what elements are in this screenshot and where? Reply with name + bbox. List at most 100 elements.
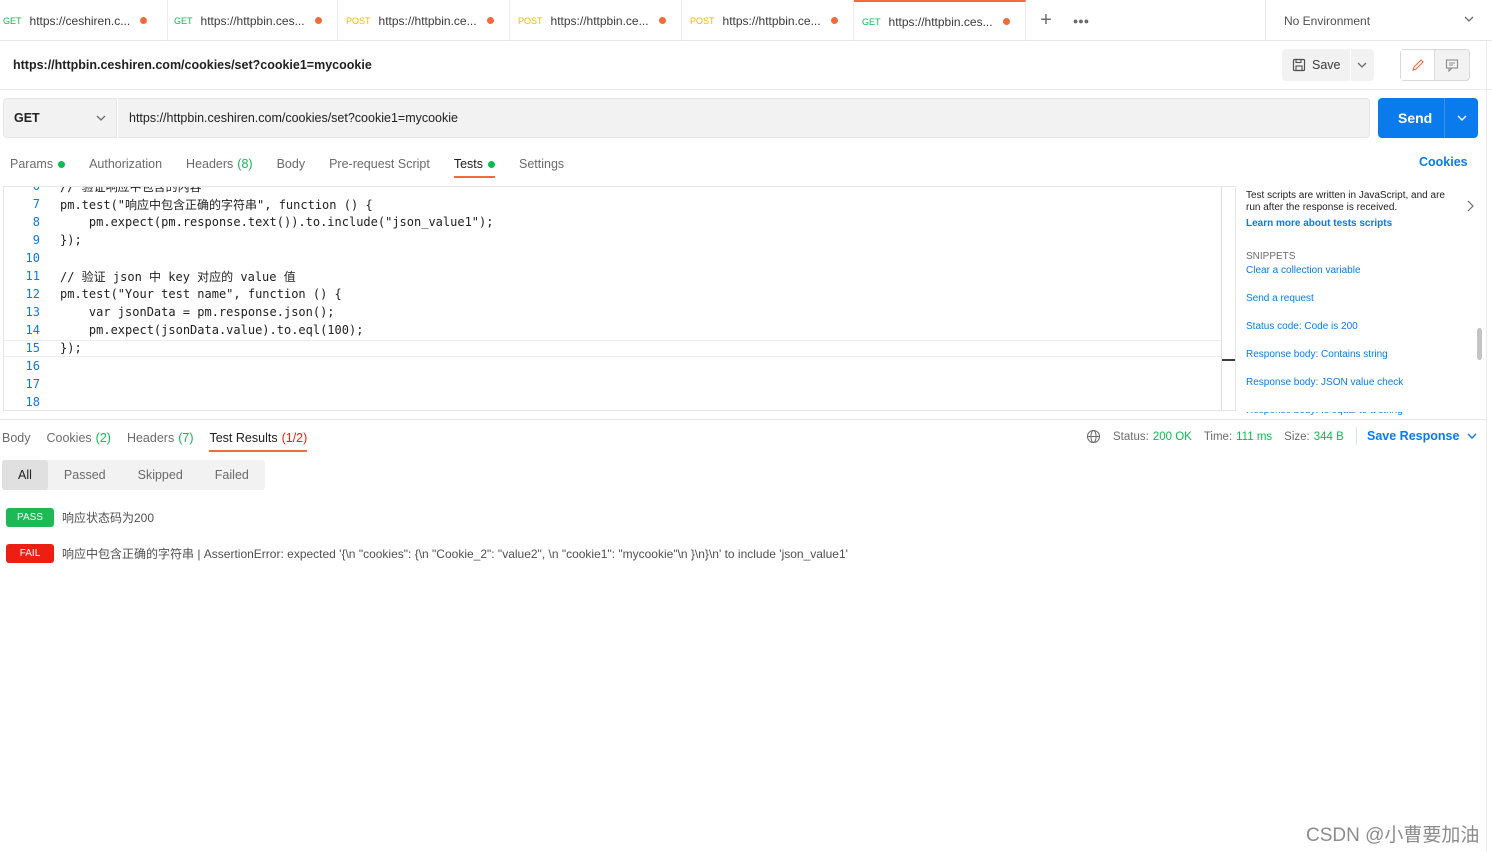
tab-body[interactable]: Body — [277, 150, 306, 178]
current-line-highlight — [4, 340, 1222, 357]
unsaved-dot-icon — [658, 17, 666, 24]
request-title[interactable]: https://httpbin.ceshiren.com/cookies/set… — [13, 58, 372, 72]
code-line: 7 pm.test("响应中包含正确的字符串", function () { — [4, 195, 373, 213]
request-tab[interactable]: POST https://httpbin.ce... — [338, 0, 510, 41]
watermark: CSDN @小曹要加油 — [1306, 825, 1480, 846]
size-value[interactable]: 344 B — [1314, 431, 1344, 443]
line-number: 8 — [32, 215, 40, 229]
tab-settings[interactable]: Settings — [519, 150, 564, 178]
code-text: pm.test("Your test name", function () { — [60, 287, 342, 301]
unsaved-dot-icon — [140, 17, 148, 24]
chevron-right-icon[interactable] — [1466, 200, 1474, 212]
tab-method: POST — [518, 15, 543, 26]
divider — [0, 419, 1486, 420]
snippet-link[interactable]: Response body: JSON value check — [1246, 377, 1403, 388]
chevron-down-icon[interactable] — [1356, 59, 1368, 71]
results-filter: All Passed Skipped Failed — [2, 460, 265, 490]
line-number: 16 — [25, 359, 40, 373]
tab-headers[interactable]: Headers (8) — [186, 150, 253, 178]
filter-passed[interactable]: Passed — [48, 460, 122, 490]
environment-selector[interactable]: No Environment — [1265, 0, 1492, 41]
tab-params[interactable]: Params — [10, 150, 66, 178]
resp-tab-body[interactable]: Body — [2, 424, 31, 452]
tab-method: GET — [3, 15, 22, 26]
request-tab[interactable]: POST https://httpbin.ce... — [510, 0, 682, 41]
method-select[interactable]: GET — [3, 98, 117, 138]
more-tabs-icon[interactable]: ●●● — [1066, 0, 1096, 41]
resp-tab-cookies[interactable]: Cookies (2) — [47, 424, 111, 452]
code-line: 15}); — [4, 339, 82, 357]
send-button-label: Send — [1398, 110, 1433, 126]
snippet-link[interactable]: Response body: Contains string — [1246, 349, 1388, 360]
divider — [1444, 98, 1445, 138]
edit-mode-button[interactable] — [1401, 50, 1435, 80]
test-result-text: 响应中包含正确的字符串 | AssertionError: expected '… — [62, 547, 848, 561]
code-line: 18 — [4, 393, 60, 410]
tab-label: Body — [276, 157, 306, 171]
chevron-down-icon — [96, 115, 106, 121]
unsaved-dot-icon — [1002, 18, 1010, 25]
snippet-link[interactable]: Send a request — [1246, 293, 1314, 304]
new-tab-plus-icon[interactable]: + — [1026, 0, 1066, 41]
learn-more-link[interactable]: Learn more about tests scripts — [1246, 218, 1476, 229]
editor-scrollbar[interactable] — [1221, 187, 1222, 410]
tab-pre-request-script[interactable]: Pre-request Script — [329, 150, 430, 178]
request-tab[interactable]: GET https://httpbin.ces... — [168, 0, 338, 41]
code-text: pm.test("响应中包含正确的字符串", function () { — [60, 197, 373, 212]
tab-label: Test Results — [209, 431, 278, 445]
save-response-label: Save Response — [1367, 429, 1460, 443]
filter-failed[interactable]: Failed — [199, 460, 265, 490]
tab-method: POST — [346, 15, 371, 26]
chevron-down-icon[interactable] — [1456, 112, 1468, 124]
tab-url: https://httpbin.ce... — [722, 13, 821, 28]
code-line: 12 pm.test("Your test name", function () … — [4, 285, 342, 303]
status-dot-icon — [58, 160, 66, 168]
status-value[interactable]: 200 OK — [1153, 431, 1192, 443]
tests-side-panel: Test scripts are written in JavaScript, … — [1246, 190, 1476, 422]
divider — [1486, 41, 1487, 852]
snippets-list: Clear a collection variable Send a reques… — [1246, 262, 1476, 422]
save-button[interactable]: Save — [1282, 49, 1374, 81]
resp-tab-headers[interactable]: Headers (7) — [127, 424, 194, 452]
tab-url: https://httpbin.ces... — [200, 13, 305, 28]
response-tabs: Body Cookies (2) Headers (7) Test Results(… — [2, 424, 323, 452]
tab-label: Settings — [519, 157, 565, 171]
save-icon — [1292, 58, 1306, 72]
resp-tab-test-results[interactable]: Test Results (1/2) — [209, 424, 307, 452]
comments-button[interactable] — [1435, 50, 1469, 80]
tab-authorization[interactable]: Authorization — [89, 150, 162, 178]
snippet-link[interactable]: Status code: Code is 200 — [1246, 321, 1358, 332]
tests-code-editor[interactable]: 6 // 验证响应中包含的内容 7 pm.test("响应中包含正确的字符串", fu… — [3, 186, 1236, 411]
tab-tests[interactable]: Tests — [453, 150, 496, 178]
send-button[interactable]: Send — [1378, 98, 1478, 138]
url-input[interactable]: https://httpbin.ceshiren.com/cookies/set… — [118, 98, 1370, 138]
tab-label: Pre-request Script — [329, 157, 430, 171]
tab-url: https://httpbin.ces... — [888, 14, 993, 29]
request-tab-active[interactable]: GET https://httpbin.ces... — [854, 0, 1026, 41]
save-response-button[interactable]: Save Response — [1367, 429, 1477, 443]
chevron-down-icon — [1467, 433, 1477, 439]
unsaved-dot-icon — [486, 17, 494, 24]
request-tab[interactable]: GET https://ceshiren.c... — [0, 0, 168, 41]
divider — [0, 89, 1492, 90]
tab-count: (7) — [178, 431, 194, 445]
request-tab[interactable]: POST https://httpbin.ce... — [682, 0, 854, 41]
snippet-link[interactable]: Clear a collection variable — [1246, 265, 1361, 276]
tab-label: Cookies — [46, 431, 92, 445]
tab-method: GET — [862, 16, 881, 27]
panel-fade — [1246, 404, 1476, 412]
line-number: 12 — [25, 287, 40, 301]
filter-all[interactable]: All — [2, 460, 48, 490]
code-text: pm.expect(jsonData.value).to.eql(100); — [60, 323, 364, 337]
pencil-icon — [1411, 59, 1424, 71]
response-status-bar: Status: 200 OK Time: 111 ms Size: 344 B — [1086, 429, 1356, 444]
cookies-link[interactable]: Cookies — [1419, 155, 1468, 169]
side-panel-scrollbar[interactable] — [1477, 328, 1482, 360]
status-dot-icon — [488, 160, 495, 168]
globe-icon[interactable] — [1086, 429, 1101, 444]
tab-label: Params — [10, 157, 54, 171]
time-value[interactable]: 111 ms — [1236, 431, 1272, 443]
line-number: 9 — [32, 233, 40, 247]
tab-count: (2) — [95, 431, 111, 445]
filter-skipped[interactable]: Skipped — [122, 460, 199, 490]
